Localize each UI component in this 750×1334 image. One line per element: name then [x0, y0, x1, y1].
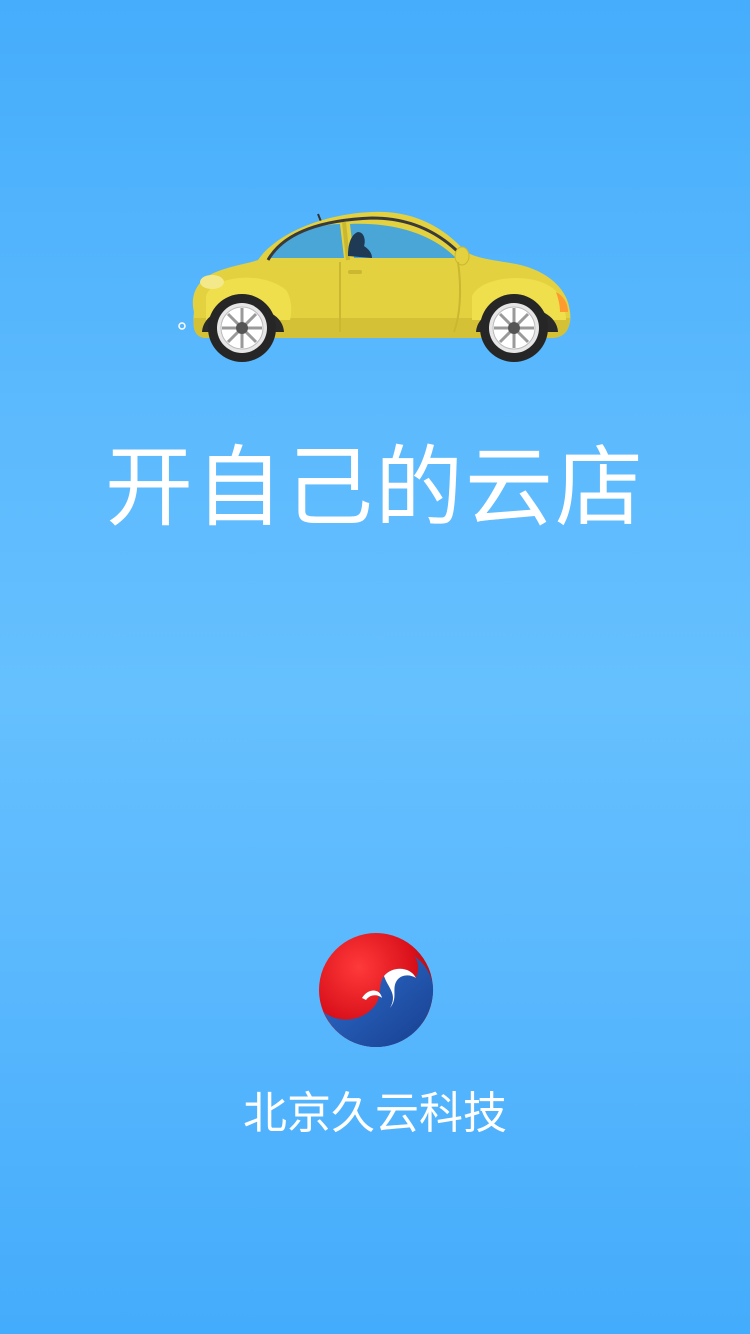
splash-screen: 开自己的云店 北京久云科技 [0, 0, 750, 1334]
company-name: 北京久云科技 [243, 1088, 507, 1139]
slogan-title: 开自己的云店 [104, 436, 645, 539]
company-logo-icon [319, 933, 434, 1047]
yellow-car-icon [178, 211, 571, 362]
